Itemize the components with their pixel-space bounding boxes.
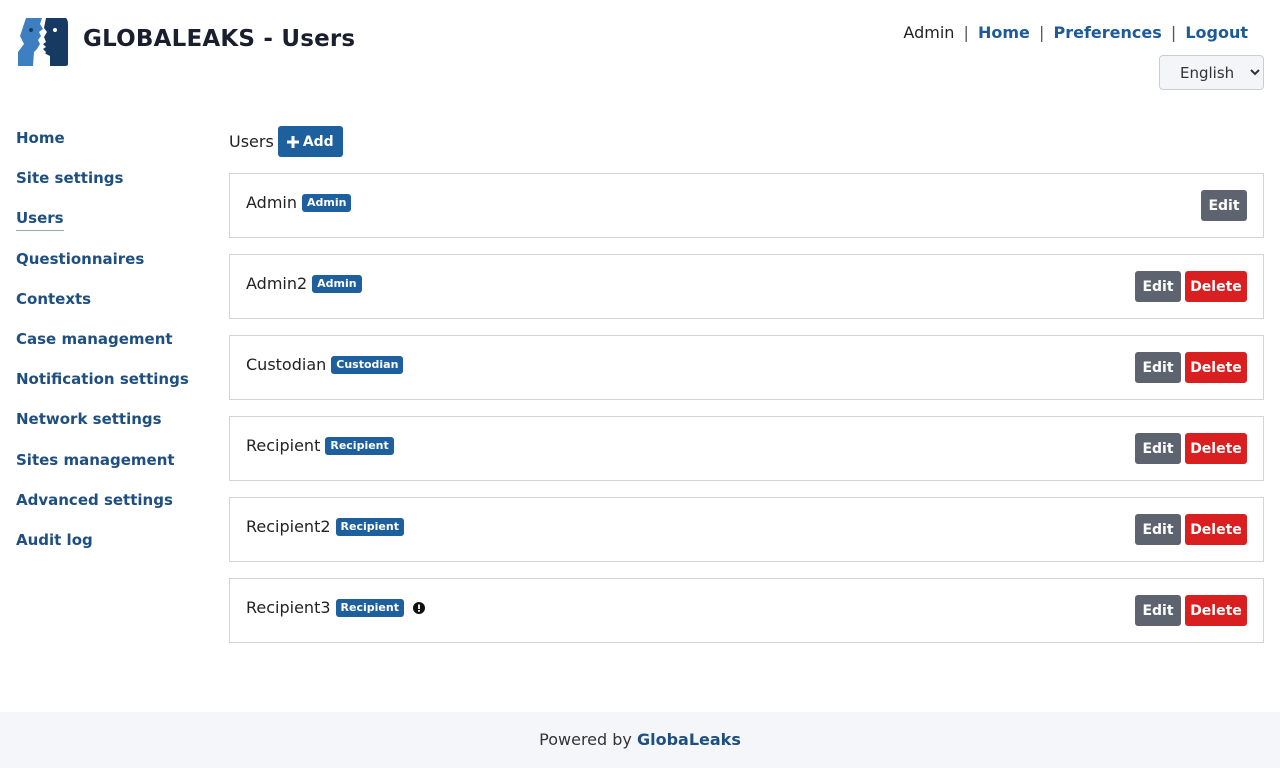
user-name: Admin2 — [246, 274, 308, 293]
edit-user-button[interactable]: Edit — [1135, 433, 1181, 464]
user-actions: Edit Delete — [1135, 595, 1247, 626]
sidebar-item-label: Contexts — [16, 289, 92, 308]
sidebar-item-case-management[interactable]: Case management — [16, 329, 189, 369]
sidebar-item-network-settings[interactable]: Network settings — [16, 409, 189, 449]
nav-separator: | — [1038, 23, 1045, 42]
users-header: Users Add — [229, 126, 343, 157]
user-row: Admin2 Admin Edit Delete — [229, 254, 1264, 319]
sidebar-item-label: Advanced settings — [16, 490, 173, 509]
top-nav: Admin | Home | Preferences | Logout — [903, 23, 1248, 42]
sidebar-item-sites-management[interactable]: Sites management — [16, 450, 189, 490]
sidebar-item-questionnaires[interactable]: Questionnaires — [16, 249, 189, 289]
user-actions: Edit Delete — [1135, 352, 1247, 383]
footer: Powered by GlobaLeaks — [0, 712, 1280, 768]
user-actions: Edit Delete — [1135, 514, 1247, 545]
delete-user-button[interactable]: Delete — [1185, 352, 1247, 383]
exclamation-circle-icon[interactable] — [412, 601, 425, 614]
user-name-group: Recipient3 Recipient — [246, 598, 425, 617]
footer-brand-link[interactable]: GlobaLeaks — [637, 730, 741, 749]
current-user: Admin — [903, 23, 955, 42]
edit-user-button[interactable]: Edit — [1135, 514, 1181, 545]
user-name: Admin — [246, 193, 297, 212]
sidebar-item-users[interactable]: Users — [16, 208, 189, 248]
sidebar-item-label: Sites management — [16, 450, 175, 469]
role-badge: Custodian — [331, 355, 404, 374]
sidebar-item-label: Questionnaires — [16, 249, 145, 268]
sidebar-item-label: Network settings — [16, 410, 162, 429]
role-badge: Recipient — [335, 517, 404, 536]
sidebar-item-audit-log[interactable]: Audit log — [16, 530, 189, 570]
sidebar-item-notification-settings[interactable]: Notification settings — [16, 369, 189, 409]
delete-user-button[interactable]: Delete — [1185, 514, 1247, 545]
language-select[interactable]: English — [1159, 55, 1264, 90]
add-user-button[interactable]: Add — [277, 126, 343, 157]
user-actions: Edit — [1201, 190, 1247, 221]
sidebar-item-label: Notification settings — [16, 370, 189, 389]
user-name-group: Admin Admin — [246, 193, 352, 212]
sidebar-item-contexts[interactable]: Contexts — [16, 289, 189, 329]
edit-user-button[interactable]: Edit — [1135, 595, 1181, 626]
nav-home-link[interactable]: Home — [978, 23, 1030, 42]
sidebar-item-site-settings[interactable]: Site settings — [16, 168, 189, 208]
delete-user-button[interactable]: Delete — [1185, 433, 1247, 464]
nav-separator: | — [1170, 23, 1177, 42]
add-user-label: Add — [302, 133, 334, 150]
role-badge: Admin — [302, 193, 352, 212]
plus-icon — [286, 135, 299, 148]
sidebar-item-label: Home — [16, 129, 65, 147]
footer-prefix: Powered by — [539, 730, 632, 749]
user-row: Recipient3 Recipient Edit Delete — [229, 578, 1264, 643]
nav-separator: | — [963, 23, 969, 42]
globaleaks-logo[interactable] — [16, 16, 68, 68]
nav-logout-link[interactable]: Logout — [1185, 23, 1248, 42]
user-name: Recipient — [246, 436, 321, 455]
edit-user-button[interactable]: Edit — [1135, 352, 1181, 383]
user-name: Recipient3 — [246, 598, 331, 617]
user-name-group: Admin2 Admin — [246, 274, 362, 293]
nav-preferences-link[interactable]: Preferences — [1053, 23, 1161, 42]
user-actions: Edit Delete — [1135, 271, 1247, 302]
edit-user-button[interactable]: Edit — [1201, 190, 1247, 221]
role-badge: Admin — [312, 274, 362, 293]
role-badge: Recipient — [325, 436, 394, 455]
user-name-group: Recipient Recipient — [246, 436, 394, 455]
sidebar-item-label: Users — [16, 208, 64, 232]
delete-user-button[interactable]: Delete — [1185, 595, 1247, 626]
user-row: Recipient2 Recipient Edit Delete — [229, 497, 1264, 562]
edit-user-button[interactable]: Edit — [1135, 271, 1181, 302]
user-row: Custodian Custodian Edit Delete — [229, 335, 1264, 400]
user-name: Custodian — [246, 355, 327, 374]
user-name-group: Recipient2 Recipient — [246, 517, 404, 536]
sidebar-nav: Home Site settings Users Questionnaires Cont… — [16, 128, 189, 570]
user-name-group: Custodian Custodian — [246, 355, 404, 374]
sidebar-item-advanced-settings[interactable]: Advanced settings — [16, 490, 189, 530]
user-row: Recipient Recipient Edit Delete — [229, 416, 1264, 481]
user-row: Admin Admin Edit — [229, 173, 1264, 238]
user-actions: Edit Delete — [1135, 433, 1247, 464]
users-section-label: Users — [229, 132, 274, 151]
role-badge: Recipient — [335, 598, 404, 617]
page-title: GLOBALEAKS - Users — [83, 26, 356, 52]
user-list: Admin Admin Edit Admin2 Admin Edit Delete Custo… — [229, 173, 1264, 659]
sidebar-item-home[interactable]: Home — [16, 128, 189, 168]
sidebar-item-label: Audit log — [16, 530, 93, 549]
user-name: Recipient2 — [246, 517, 331, 536]
delete-user-button[interactable]: Delete — [1185, 271, 1247, 302]
sidebar-item-label: Site settings — [16, 169, 124, 188]
sidebar-item-label: Case management — [16, 329, 173, 348]
